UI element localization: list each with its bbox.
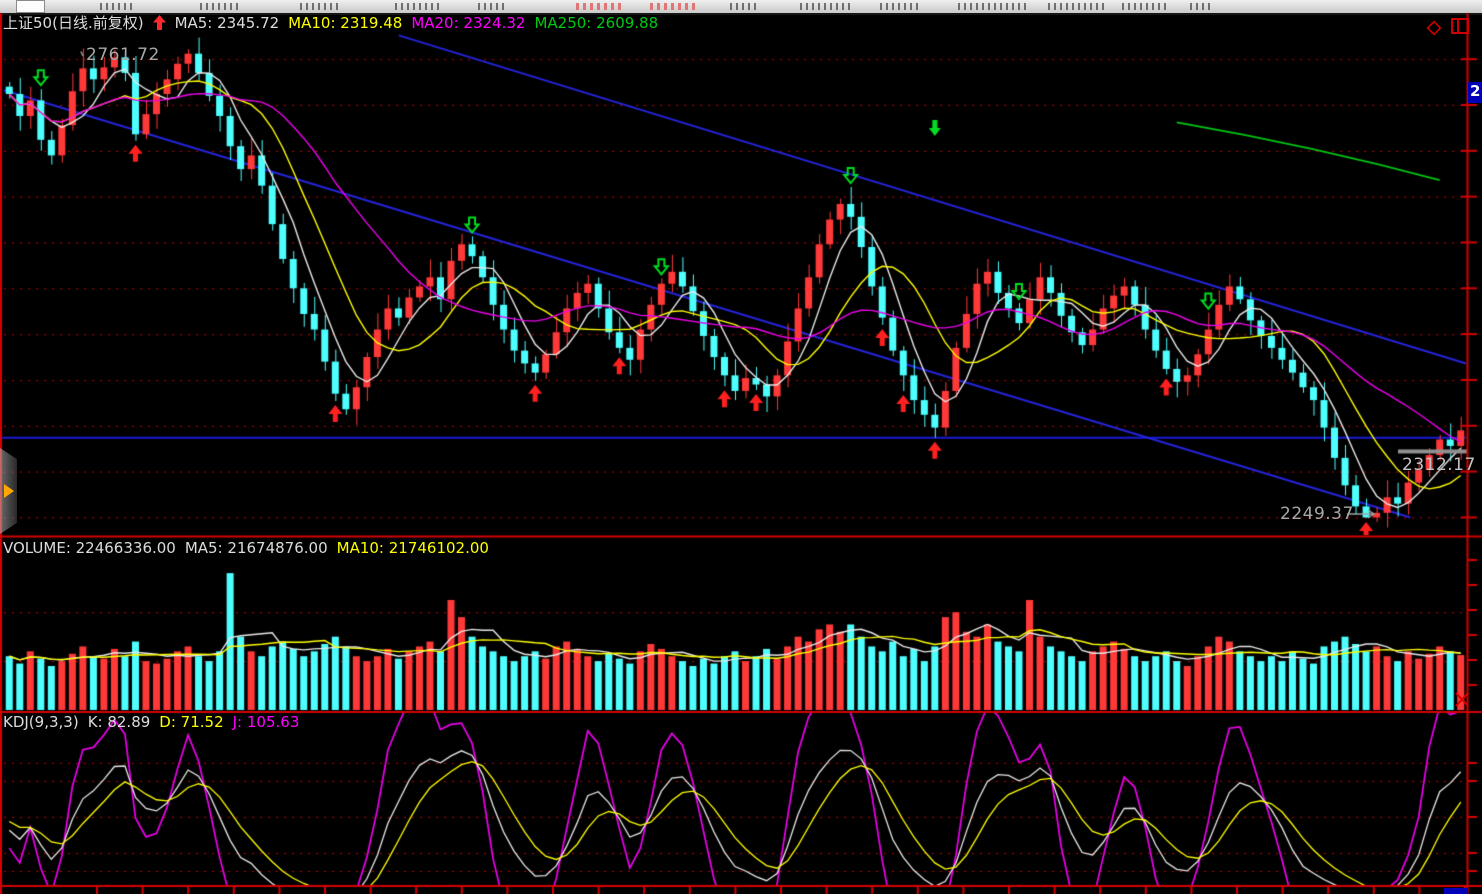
- trading-app-window: 上证50(日线.前复权) MA5: 2345.72 MA10: 2319.48 …: [0, 0, 1482, 894]
- kdj-legend: KDJ(9,3,3) K: 82.89 D: 71.52 J: 105.63: [3, 714, 299, 731]
- symbol-title: 上证50(日线.前复权): [3, 15, 144, 34]
- volume-ma5-label: MA5: 21674876.00: [185, 540, 328, 557]
- axis-price-badge: 2: [1468, 82, 1482, 103]
- volume-legend: VOLUME: 22466336.00 MA5: 21674876.00 MA1…: [3, 540, 489, 557]
- volume-ma10-label: MA10: 21746102.00: [337, 540, 489, 557]
- diamond-tool-icon[interactable]: [1424, 18, 1444, 42]
- buy-signal-arrow-icon: [153, 15, 166, 34]
- ma250-value-label: MA250: 2609.88: [534, 15, 658, 34]
- kdj-j-label: J: 105.63: [233, 714, 300, 731]
- kdj-k-label: K: 82.89: [88, 714, 151, 731]
- main-chart-legend: 上证50(日线.前复权) MA5: 2345.72 MA10: 2319.48 …: [3, 15, 658, 34]
- ma10-value-label: MA10: 2319.48: [288, 15, 402, 34]
- axis-date-badge-cropped: [1444, 888, 1468, 894]
- low-price-annotation: 2249.37: [1280, 504, 1354, 524]
- kdj-d-label: D: 71.52: [159, 714, 223, 731]
- ma5-value-label: MA5: 2345.72: [175, 15, 280, 34]
- kdj-title: KDJ(9,3,3): [3, 714, 79, 731]
- left-panel-expand-handle[interactable]: [0, 448, 17, 534]
- expand-arrow-icon: [4, 484, 14, 498]
- close-indicator-icon[interactable]: [1455, 691, 1469, 712]
- volume-value-label: VOLUME: 22466336.00: [3, 540, 176, 557]
- high-price-annotation: 2761.72: [86, 45, 160, 65]
- ma20-value-label: MA20: 2324.32: [411, 15, 525, 34]
- split-window-icon[interactable]: [1451, 18, 1470, 42]
- chart-canvas[interactable]: [0, 0, 1482, 894]
- last-close-annotation: 2312.17: [1402, 455, 1476, 475]
